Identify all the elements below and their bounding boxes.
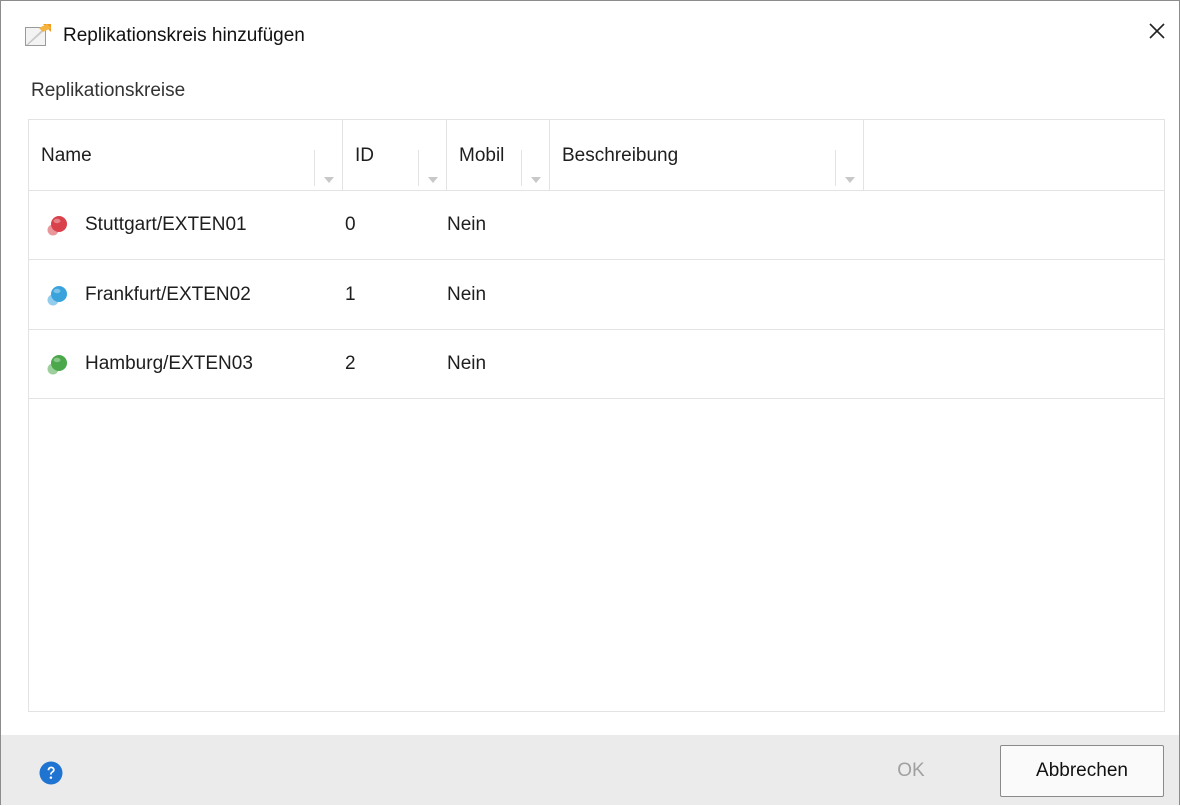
column-label: Name [41, 145, 92, 166]
cell-id: 1 [345, 284, 356, 305]
column-header-name[interactable]: Name [29, 120, 343, 190]
cell-id: 0 [345, 214, 356, 235]
ok-button[interactable]: OK [849, 745, 973, 797]
cell-mobil: Nein [447, 284, 487, 305]
red-replication-icon [46, 213, 70, 237]
blue-replication-icon [46, 283, 70, 307]
chevron-down-icon [530, 177, 541, 183]
table-row[interactable]: Hamburg/EXTEN03 2 Nein [29, 329, 1164, 399]
close-icon [1148, 22, 1166, 45]
cell-mobil: Nein [447, 353, 487, 374]
section-label: Replikationskreise [31, 80, 186, 101]
title-bar: Replikationskreis hinzufügen [1, 1, 1179, 71]
help-icon[interactable] [39, 761, 63, 785]
column-header-mobil[interactable]: Mobil [447, 120, 550, 190]
replication-app-icon [25, 24, 51, 46]
dialog-window: Replikationskreis hinzufügen Replikation… [0, 0, 1180, 805]
table-header: Name ID Mobil Beschreibung [29, 120, 1164, 191]
column-header-beschreibung[interactable]: Beschreibung [550, 120, 864, 190]
replication-table: Name ID Mobil Beschreibung Stuttgart/EXT… [28, 119, 1165, 712]
dialog-title: Replikationskreis hinzufügen [63, 25, 305, 46]
column-sort-button[interactable] [521, 150, 549, 186]
chevron-down-icon [427, 177, 438, 183]
table-row[interactable]: Stuttgart/EXTEN01 0 Nein [29, 190, 1164, 260]
cancel-button[interactable]: Abbrechen [1000, 745, 1164, 797]
dialog-footer: OK Abbrechen [1, 735, 1179, 805]
cell-name: Stuttgart/EXTEN01 [85, 214, 247, 235]
cell-name: Frankfurt/EXTEN02 [85, 284, 251, 305]
column-label: Beschreibung [562, 145, 679, 166]
chevron-down-icon [844, 177, 855, 183]
table-row[interactable]: Frankfurt/EXTEN02 1 Nein [29, 260, 1164, 330]
column-sort-button[interactable] [314, 150, 342, 186]
column-sort-button[interactable] [835, 150, 863, 186]
chevron-down-icon [323, 177, 334, 183]
column-label: ID [355, 145, 374, 166]
green-replication-icon [46, 352, 70, 376]
close-button[interactable] [1135, 11, 1179, 55]
column-sort-button[interactable] [418, 150, 446, 186]
column-label: Mobil [459, 145, 505, 166]
cell-name: Hamburg/EXTEN03 [85, 353, 253, 374]
cell-mobil: Nein [447, 214, 487, 235]
column-header-id[interactable]: ID [343, 120, 447, 190]
cell-id: 2 [345, 353, 356, 374]
